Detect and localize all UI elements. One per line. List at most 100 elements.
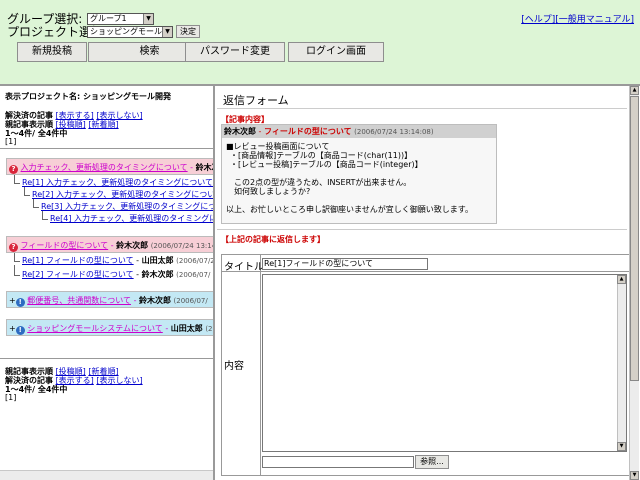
textarea-scrollbar[interactable]: ▲ ▼ xyxy=(617,275,626,451)
tree-line xyxy=(14,265,15,275)
tree-line xyxy=(14,253,15,261)
thread-author: 鈴木次郎 xyxy=(116,241,149,250)
reply-item: Re[1] 入力チェック、更新処理のタイミングについて - 山 xyxy=(22,177,213,188)
original-author: 鈴木次郎 xyxy=(224,127,256,136)
scroll-down-icon[interactable]: ▼ xyxy=(617,442,626,451)
thread-title-link[interactable]: 入力チェック、更新処理のタイミングについて xyxy=(21,163,188,172)
tree-line xyxy=(14,175,15,183)
tree-line xyxy=(24,195,30,196)
browse-button[interactable]: 参照... xyxy=(415,455,449,469)
thread-date: (2006/07/24 13:14:0 xyxy=(150,242,213,250)
project-select-value: ショッピングモール開発 xyxy=(90,27,173,36)
thread-title-link[interactable]: ショッピングモールシステムについて xyxy=(27,324,163,333)
project-select[interactable]: ショッピングモール開発 ▼ xyxy=(87,26,173,38)
footer-page-number[interactable]: [1] xyxy=(5,393,16,402)
group-select-value: グループ1 xyxy=(90,14,127,23)
reply-author: 鈴木次郎 xyxy=(141,270,174,279)
scroll-down-icon[interactable]: ▼ xyxy=(630,471,639,480)
divider xyxy=(217,229,627,230)
original-post-header: 鈴木次郎 - フィールドの型について (2006/07/24 13:14:08) xyxy=(222,125,496,138)
reply-link[interactable]: Re[3] 入力チェック、更新処理のタイミングについて xyxy=(41,202,213,211)
reply-form-frame: 返信フォーム 【記事内容】 鈴木次郎 - フィールドの型について (2006/0… xyxy=(217,86,640,480)
chevron-down-icon: ▼ xyxy=(143,14,153,24)
thread-item: +! 郵便番号、共通関数について - 鈴木次郎 (2006/07/ xyxy=(6,291,213,308)
thread-author: 鈴木次郎 xyxy=(195,163,213,172)
scroll-thumb[interactable] xyxy=(630,96,639,381)
reply-section-header: 【上記の記事に返信します】 xyxy=(221,235,325,244)
order-new-link[interactable]: [新着順] xyxy=(88,120,118,129)
expand-plus-icon[interactable]: + xyxy=(9,324,16,333)
reply-item: Re[1] フィールドの型について - 山田太郎 (2006/07/24 1 xyxy=(22,255,215,266)
tree-line xyxy=(24,187,25,195)
expand-plus-icon[interactable]: + xyxy=(9,296,16,305)
reply-author: 山田太郎 xyxy=(141,256,174,265)
vertical-scrollbar[interactable]: ▲ ▼ xyxy=(629,86,639,480)
header-frame: グループ選択: グループ1 ▼ プロジェクト選択: ショッピングモール開発 ▼ … xyxy=(0,0,640,86)
reply-link[interactable]: Re[2] フィールドの型について xyxy=(22,270,134,279)
form-title: 返信フォーム xyxy=(223,94,289,107)
divider xyxy=(0,148,213,149)
body-line: 以上、お忙しいところ申し訳御座いませんが宜しく御願い致します。 xyxy=(226,205,473,214)
divider xyxy=(217,108,627,109)
reply-link[interactable]: Re[1] フィールドの型について xyxy=(22,256,134,265)
table-divider xyxy=(222,271,635,272)
file-path-input[interactable] xyxy=(262,456,414,468)
original-title: フィールドの型について xyxy=(263,127,352,136)
reply-link[interactable]: Re[2] 入力チェック、更新処理のタイミングについて xyxy=(32,190,213,199)
thread-date: (2006/07/ xyxy=(173,297,208,305)
thread-header: +! 郵便番号、共通関数について - 鈴木次郎 (2006/07/ xyxy=(6,291,213,308)
tree-line xyxy=(14,183,20,184)
body-line: ・[レビュー投稿]テーブルの【商品コード(integer)】 xyxy=(230,160,423,169)
body-line: 如何致しましょうか? xyxy=(234,187,311,196)
reply-form-table: タイトル Re[1]フィールドの型について 内容 ▲ ▼ 参照... xyxy=(221,254,636,476)
scroll-up-icon[interactable]: ▲ xyxy=(630,86,639,95)
horizontal-scrollbar[interactable] xyxy=(0,470,213,480)
login-screen-button[interactable]: ログイン画面 xyxy=(288,42,384,62)
original-post: 鈴木次郎 - フィールドの型について (2006/07/24 13:14:08)… xyxy=(221,124,497,224)
new-post-button[interactable]: 新規投稿 xyxy=(17,42,87,62)
help-link[interactable]: [ヘルプ] xyxy=(521,15,555,25)
page-number[interactable]: [1] xyxy=(5,137,16,146)
password-change-button[interactable]: パスワード変更 xyxy=(185,42,285,62)
decide-button[interactable]: 決定 xyxy=(176,25,200,38)
thread-author: 山田太郎 xyxy=(170,324,203,333)
thread-item: ? 入力チェック、更新処理のタイミングについて - 鈴木次郎 xyxy=(6,158,213,175)
thread-date: (2006/07/ xyxy=(205,325,213,333)
reply-item: Re[3] 入力チェック、更新処理のタイミングについて xyxy=(41,201,213,212)
content-label: 内容 xyxy=(224,361,244,372)
reply-item: Re[4] 入力チェック、更新処理のタイミングについて xyxy=(50,213,213,224)
title-label: タイトル xyxy=(224,262,264,273)
reply-date: (2006/07/24 1 xyxy=(176,257,215,265)
reply-item: Re[2] 入力チェック、更新処理のタイミングについて xyxy=(32,189,213,200)
thread-list-frame: 表示プロジェクト名: ショッピングモール開発 解決済の記事 [表示する] [表示… xyxy=(0,86,215,480)
thread-header: ? フィールドの型について - 鈴木次郎 (2006/07/24 13:14:0 xyxy=(6,236,213,253)
reply-link[interactable]: Re[1] 入力チェック、更新処理のタイミングについて xyxy=(22,178,213,187)
tree-line xyxy=(14,261,20,262)
chevron-down-icon: ▼ xyxy=(162,27,172,37)
manual-link[interactable]: [一般用マニュアル] xyxy=(555,15,634,25)
table-divider xyxy=(260,255,261,475)
project-name: 表示プロジェクト名: ショッピングモール開発 xyxy=(5,92,171,101)
reply-link[interactable]: Re[4] 入力チェック、更新処理のタイミングについて xyxy=(50,214,213,223)
question-icon: ? xyxy=(9,165,18,174)
thread-item: ? フィールドの型について - 鈴木次郎 (2006/07/24 13:14:0 xyxy=(6,236,213,253)
question-icon: ? xyxy=(9,243,18,252)
info-icon: ! xyxy=(15,298,25,307)
thread-title-link[interactable]: フィールドの型について xyxy=(21,241,109,250)
reply-item: Re[2] フィールドの型について - 鈴木次郎 (2006/07/ xyxy=(22,270,211,279)
divider xyxy=(0,358,213,359)
thread-header: +! ショッピングモールシステムについて - 山田太郎 (2006/07/ xyxy=(6,319,213,336)
tree-line xyxy=(42,219,48,220)
tree-line xyxy=(42,211,43,219)
content-textarea[interactable] xyxy=(262,274,627,452)
footer-hide-resolved-link[interactable]: [表示しない] xyxy=(96,376,142,385)
thread-author: 鈴木次郎 xyxy=(139,296,171,305)
thread-header: ? 入力チェック、更新処理のタイミングについて - 鈴木次郎 xyxy=(6,158,213,175)
tree-line xyxy=(14,275,20,276)
thread-title-link[interactable]: 郵便番号、共通関数について xyxy=(27,296,131,305)
title-input[interactable]: Re[1]フィールドの型について xyxy=(262,258,428,270)
original-date: (2006/07/24 13:14:08) xyxy=(354,128,434,136)
thread-item: +! ショッピングモールシステムについて - 山田太郎 (2006/07/ xyxy=(6,319,213,336)
scroll-up-icon[interactable]: ▲ xyxy=(617,275,626,284)
tree-line xyxy=(33,207,39,208)
